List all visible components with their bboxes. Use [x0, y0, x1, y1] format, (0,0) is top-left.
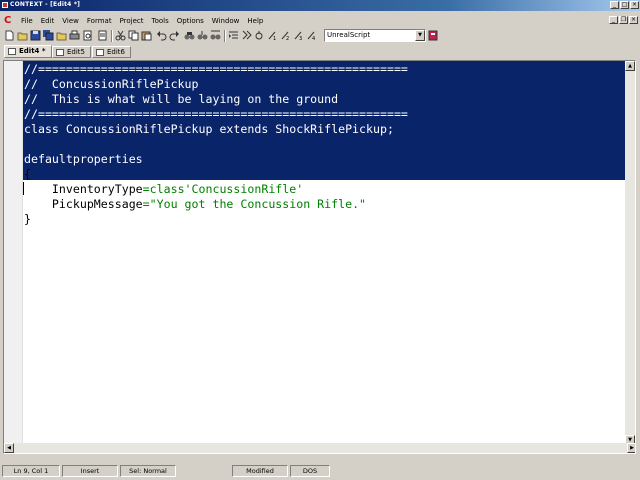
save-all-icon[interactable] [43, 30, 54, 41]
print-preview-icon[interactable] [82, 30, 93, 41]
close-button[interactable]: × [630, 1, 639, 9]
save-icon[interactable] [30, 30, 41, 41]
find-next-icon[interactable] [210, 30, 221, 41]
code-line: // ConcussionRiflePickup [24, 77, 199, 91]
property-value: "You got the Concussion Rifle." [149, 197, 367, 211]
cursor-position: Ln 9, Col 1 [2, 465, 60, 477]
property-name: PickupMessage [24, 197, 143, 211]
menu-project[interactable]: Project [116, 17, 148, 25]
document-tabs: Edit4 * Edit5 Edit6 [0, 45, 640, 58]
property-name: InventoryType [24, 182, 143, 196]
code-editor[interactable]: //======================================… [3, 60, 636, 454]
insert-mode: Insert [62, 465, 118, 477]
menu-bar: C File Edit View Format Project Tools Op… [0, 14, 640, 28]
menu-edit[interactable]: Edit [37, 17, 59, 25]
tab-edit4[interactable]: Edit4 * [4, 45, 52, 58]
menu-tools[interactable]: Tools [148, 17, 173, 25]
document-icon [56, 49, 64, 56]
selection-mode: Sel: Normal [120, 465, 176, 477]
print-icon[interactable] [69, 30, 80, 41]
modified-indicator: Modified [232, 465, 288, 477]
title-bar: CONTEXT - [Edit4 *] _ □ × [0, 0, 640, 11]
redo-icon[interactable] [169, 30, 180, 41]
open-file-icon[interactable] [17, 30, 28, 41]
svg-text:2: 2 [286, 36, 289, 41]
cut-icon[interactable] [115, 30, 126, 41]
doc-restore-button[interactable]: ❐ [619, 16, 628, 24]
minimize-button[interactable]: _ [610, 1, 619, 9]
menu-view[interactable]: View [58, 17, 83, 25]
execute-icon[interactable] [254, 30, 265, 41]
svg-text:4: 4 [312, 36, 315, 41]
code-line: //======================================… [24, 62, 408, 76]
window-title: CONTEXT - [Edit4 *] [10, 1, 81, 8]
code-line: PickupMessage="You got the Concussion Ri… [24, 197, 408, 212]
document-icon [96, 49, 104, 56]
property-value: class'ConcussionRifle' [149, 182, 304, 196]
scroll-left-button[interactable]: ◀ [4, 443, 14, 453]
close-file-icon[interactable] [56, 30, 67, 41]
user-tool-3-icon[interactable]: 3 [293, 30, 304, 41]
vertical-scrollbar[interactable]: ▲ ▼ [625, 61, 635, 445]
chevron-down-icon[interactable]: ▼ [415, 30, 425, 41]
indent-icon[interactable] [228, 30, 239, 41]
code-line: //======================================… [24, 107, 408, 121]
svg-text:3: 3 [299, 36, 302, 41]
language-select[interactable]: UnrealScript ▼ [324, 29, 426, 42]
menu-window[interactable]: Window [208, 17, 244, 25]
scroll-up-button[interactable]: ▲ [625, 61, 635, 71]
code-line: class ConcussionRiflePickup extends Shoc… [24, 122, 394, 136]
text-caret [23, 182, 24, 195]
operator: = [142, 197, 150, 211]
document-icon [8, 48, 16, 55]
paste-icon[interactable] [141, 30, 152, 41]
menu-file[interactable]: File [17, 17, 37, 25]
app-icon [2, 2, 8, 8]
maximize-button[interactable]: □ [620, 1, 629, 9]
new-file-icon[interactable] [4, 30, 15, 41]
user-tool-1-icon[interactable]: 1 [267, 30, 278, 41]
code-line: defaultproperties [24, 152, 143, 166]
language-select-value: UnrealScript [327, 31, 371, 39]
user-tool-4-icon[interactable]: 4 [306, 30, 317, 41]
code-line: { [24, 167, 31, 181]
tab-edit6[interactable]: Edit6 [92, 46, 132, 58]
code-line: // This is what will be laying on the gr… [24, 92, 339, 106]
find-icon[interactable] [184, 30, 195, 41]
copy-icon[interactable] [128, 30, 139, 41]
code-lines: //======================================… [24, 62, 408, 227]
svg-text:1: 1 [273, 36, 276, 41]
bookmark-icon[interactable] [241, 30, 252, 41]
undo-icon[interactable] [156, 30, 167, 41]
tab-edit5[interactable]: Edit5 [52, 46, 92, 58]
editor-gutter[interactable] [4, 61, 23, 453]
user-tool-2-icon[interactable]: 2 [280, 30, 291, 41]
status-bar: Ln 9, Col 1 Insert Sel: Normal Modified … [0, 464, 640, 478]
menu-help[interactable]: Help [243, 17, 267, 25]
doc-minimize-button[interactable]: _ [609, 16, 618, 24]
menu-format[interactable]: Format [83, 17, 116, 25]
menu-options[interactable]: Options [173, 17, 208, 25]
doc-close-button[interactable]: × [629, 16, 638, 24]
file-format: DOS [290, 465, 330, 477]
horizontal-scrollbar[interactable]: ◀ ▶ [4, 443, 635, 453]
help-book-icon[interactable] [428, 30, 439, 41]
scroll-right-button[interactable]: ▶ [627, 443, 635, 453]
code-line: } [24, 212, 31, 226]
find-replace-icon[interactable] [197, 30, 208, 41]
operator: = [142, 182, 150, 196]
toolbar: 1 2 3 4 [0, 29, 640, 44]
find-in-files-icon[interactable] [97, 30, 108, 41]
code-line: InventoryType=class'ConcussionRifle' [24, 182, 408, 197]
context-logo: C [4, 15, 12, 26]
